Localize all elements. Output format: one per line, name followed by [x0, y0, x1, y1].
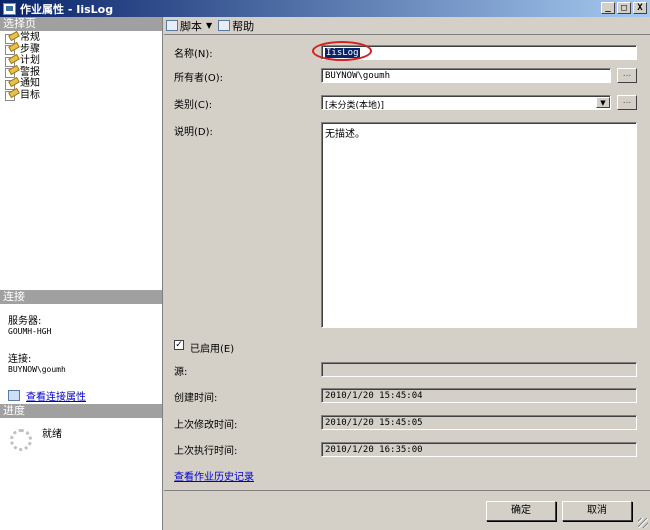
page-icon [4, 44, 17, 56]
script-button[interactable]: 脚本 ▼ [166, 18, 212, 34]
ok-button[interactable]: 确定 [486, 501, 556, 521]
page-item-label: 目标 [20, 89, 40, 101]
executed-field: 2010/1/20 16:35:00 [321, 442, 637, 457]
highlight-circle [312, 41, 372, 61]
view-job-history-link[interactable]: 查看作业历史记录 [174, 468, 254, 483]
owner-input[interactable]: BUYNOW\goumh [321, 68, 611, 83]
category-label: 类别(C): [174, 100, 213, 111]
connection-header: 连接 [0, 290, 162, 304]
category-browse-button[interactable]: ... [617, 95, 637, 110]
maximize-button[interactable]: □ [617, 2, 631, 14]
executed-label: 上次执行时间: [174, 446, 238, 457]
category-select[interactable]: [未分类(本地)] [321, 95, 611, 110]
resize-grip-icon[interactable] [638, 518, 648, 528]
close-button[interactable]: X [633, 2, 647, 14]
modified-field: 2010/1/20 15:45:05 [321, 415, 637, 430]
page-item-schedules[interactable]: 计划 [0, 55, 162, 67]
owner-label: 所有者(O): [174, 73, 224, 84]
category-dropdown-icon[interactable]: ▼ [596, 97, 610, 108]
progress-header: 进度 [0, 404, 162, 418]
progress-panel: 就绪 [0, 419, 162, 479]
select-page-header: 选择页 [0, 17, 162, 31]
window-title: 作业属性 - IisLog [20, 2, 114, 16]
created-field: 2010/1/20 15:45:04 [321, 388, 637, 403]
help-button[interactable]: 帮助 [218, 18, 254, 34]
page-item-label: 步骤 [20, 43, 40, 55]
connection-panel: 服务器: GOUMH-HGH 连接: BUYNOW\goumh 查看连接属性 [0, 306, 162, 403]
connection-value: BUYNOW\goumh [8, 365, 66, 374]
progress-status: 就绪 [42, 429, 62, 440]
page-icon [4, 33, 17, 44]
server-value: GOUMH-HGH [8, 327, 52, 336]
toolbar: 脚本 ▼ 帮助 [164, 17, 650, 35]
title-bar: 作业属性 - IisLog _ □ X [0, 0, 650, 17]
name-label: 名称(N): [174, 49, 213, 60]
script-icon [166, 20, 178, 31]
server-label: 服务器: [8, 316, 42, 327]
minimize-button[interactable]: _ [601, 2, 615, 14]
page-item-steps[interactable]: 步骤 [0, 44, 162, 56]
chevron-down-icon[interactable]: ▼ [206, 21, 212, 30]
source-label: 源: [174, 367, 188, 378]
page-icon [4, 79, 17, 90]
source-field [321, 362, 637, 377]
page-icon [4, 56, 17, 67]
page-item-general[interactable]: 常规 [0, 32, 162, 44]
cancel-button[interactable]: 取消 [562, 501, 632, 521]
app-icon [3, 2, 16, 15]
enabled-checkbox[interactable]: ✓ [174, 340, 184, 350]
description-label: 说明(D): [174, 127, 213, 138]
page-item-notifications[interactable]: 通知 [0, 78, 162, 90]
enabled-label: 已启用(E) [190, 344, 235, 355]
page-item-targets[interactable]: 目标 [0, 90, 162, 102]
connection-properties-icon [8, 390, 20, 401]
page-item-label: 计划 [20, 55, 40, 67]
dialog-footer: 确定 取消 [164, 490, 650, 530]
owner-browse-button[interactable]: ... [617, 68, 637, 83]
page-item-label: 常规 [20, 32, 40, 44]
script-label: 脚本 [180, 19, 202, 33]
page-item-label: 警报 [20, 66, 40, 78]
view-connection-properties-link[interactable]: 查看连接属性 [26, 388, 86, 403]
help-icon [218, 20, 231, 31]
connection-label: 连接: [8, 354, 32, 365]
help-label: 帮助 [232, 19, 255, 33]
created-label: 创建时间: [174, 393, 218, 404]
page-list: 常规 步骤 计划 警报 通知 目标 [0, 31, 162, 102]
progress-spinner-icon [10, 429, 32, 451]
page-icon [4, 67, 17, 79]
page-item-label: 通知 [20, 78, 40, 90]
modified-label: 上次修改时间: [174, 420, 238, 431]
page-item-alerts[interactable]: 警报 [0, 67, 162, 79]
page-icon [4, 90, 17, 102]
description-textarea[interactable]: 无描述。 [321, 122, 637, 328]
category-value: [未分类(本地)] [325, 101, 385, 110]
general-page: 名称(N): IisLog 所有者(O): BUYNOW\goumh ... 类… [164, 35, 650, 490]
